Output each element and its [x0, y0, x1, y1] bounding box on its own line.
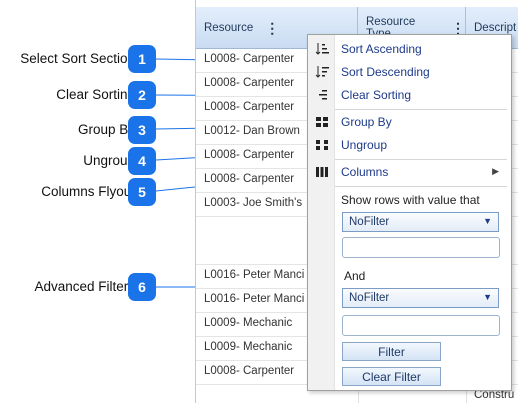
and-label: And: [344, 269, 366, 283]
filter-button[interactable]: Filter: [342, 342, 441, 361]
menu-item-label: Clear Sorting: [341, 88, 412, 102]
filter-condition-select-1[interactable]: NoFilter ▼: [342, 212, 499, 232]
ungroup-icon: [315, 138, 329, 152]
menu-item-group-by[interactable]: Group By: [308, 112, 511, 134]
cell-resource: L0008- Carpenter: [204, 101, 295, 113]
select-value: NoFilter: [349, 292, 390, 304]
sort-ascending-icon: [315, 42, 329, 56]
clear-filter-button[interactable]: Clear Filter: [342, 367, 441, 386]
filter-value-input-2[interactable]: [342, 315, 500, 336]
menu-item-label: Ungroup: [341, 138, 388, 152]
menu-item-ungroup[interactable]: Ungroup: [308, 135, 511, 157]
select-value: NoFilter: [349, 216, 390, 228]
dropdown-arrow-icon: ▼: [483, 216, 492, 226]
dropdown-arrow-icon: ▼: [483, 292, 492, 302]
cell-resource: L0008- Carpenter: [204, 77, 295, 89]
columns-icon: [315, 165, 329, 179]
menu-separator: [335, 186, 507, 187]
callout-label: Clear Sorting: [56, 87, 135, 102]
callout-badge: 2: [128, 81, 156, 109]
callout-label: Advanced Filters: [34, 279, 135, 294]
column-title: Descript: [474, 21, 517, 34]
cell-resource: L0008- Carpenter: [204, 53, 295, 65]
menu-item-label: Columns: [341, 165, 389, 179]
menu-item-label: Sort Ascending: [341, 42, 422, 56]
cell-resource: L0009- Mechanic: [204, 317, 293, 329]
callout-badge: 1: [128, 45, 156, 73]
menu-item-label: Group By: [341, 115, 392, 129]
filter-value-input-1[interactable]: [342, 237, 500, 258]
clear-sorting-icon: [315, 88, 329, 102]
column-title: Resource: [204, 21, 254, 34]
callout-badge: 6: [128, 273, 156, 301]
cell-resource: L0008- Carpenter: [204, 173, 295, 185]
cell-resource: L0016- Peter Manci: [204, 293, 305, 305]
menu-separator: [335, 109, 507, 110]
menu-separator: [335, 159, 507, 160]
filter-condition-select-2[interactable]: NoFilter ▼: [342, 288, 499, 308]
cell-resource: L0003- Joe Smith's: [204, 197, 303, 209]
column-menu-icon[interactable]: ⋮: [451, 21, 465, 35]
menu-item-label: Sort Descending: [341, 65, 430, 79]
callout-label: Columns Flyout: [41, 184, 135, 199]
menu-item-columns[interactable]: Columns ▶: [308, 162, 511, 184]
menu-item-sort-ascending[interactable]: Sort Ascending: [308, 39, 511, 61]
cell-resource: L0008- Carpenter: [204, 149, 295, 161]
group-by-icon: [315, 115, 329, 129]
callout-badge: 3: [128, 116, 156, 144]
menu-item-sort-descending[interactable]: Sort Descending: [308, 62, 511, 84]
column-menu: Sort Ascending Sort Descending Clear Sor…: [307, 34, 512, 391]
menu-item-clear-sorting[interactable]: Clear Sorting: [308, 85, 511, 107]
column-menu-icon[interactable]: ⋮: [265, 21, 279, 35]
cell-resource: L0016- Peter Manci: [204, 269, 305, 281]
filter-label: Show rows with value that: [341, 193, 480, 207]
callout-badge: 5: [128, 178, 156, 206]
cell-resource: L0009- Mechanic: [204, 341, 293, 353]
submenu-arrow-icon: ▶: [492, 166, 499, 176]
callout-label: Select Sort Section: [20, 51, 135, 66]
callout-label: Group By: [77, 122, 135, 137]
callout-badge: 4: [128, 147, 156, 175]
cell-resource: L0012- Dan Brown: [204, 125, 300, 137]
cell-resource: L0008- Carpenter: [204, 365, 295, 377]
sort-descending-icon: [315, 65, 329, 79]
